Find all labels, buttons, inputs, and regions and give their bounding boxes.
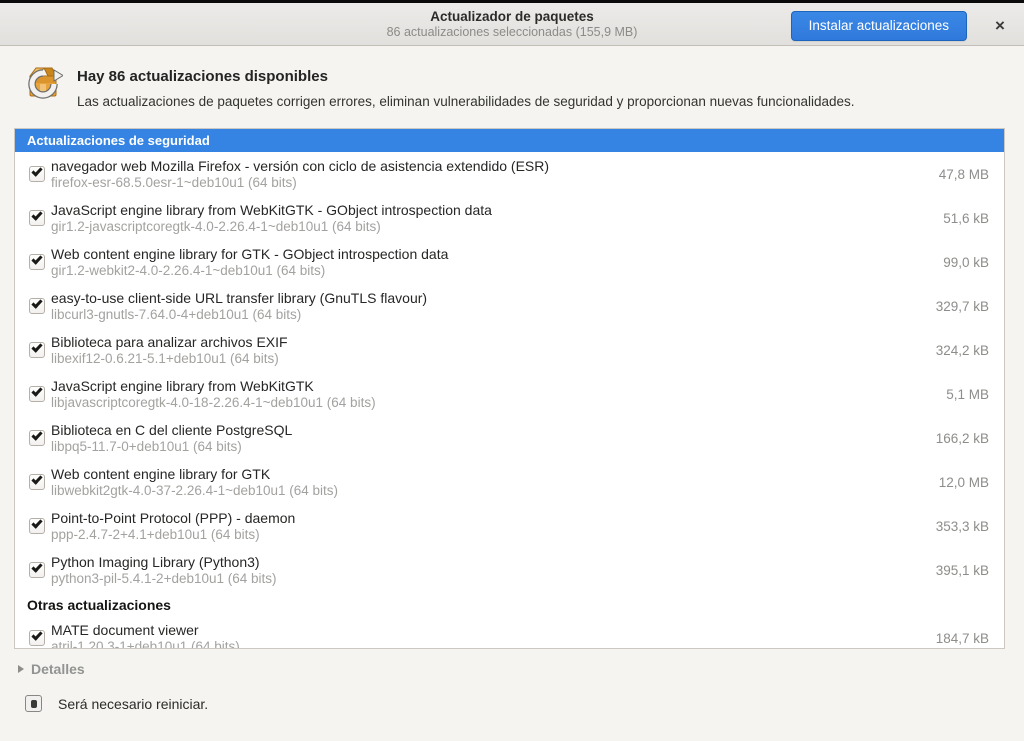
- update-size: 51,6 kB: [943, 211, 989, 226]
- close-icon[interactable]: ×: [987, 13, 1013, 39]
- update-size: 353,3 kB: [936, 519, 989, 534]
- checkmark-icon: [31, 341, 42, 352]
- checkmark-icon: [31, 297, 42, 308]
- checkmark-icon: [31, 165, 42, 176]
- update-row[interactable]: Biblioteca en C del cliente PostgreSQLli…: [15, 416, 1004, 460]
- update-package-version: libjavascriptcoregtk-4.0-18-2.26.4-1~deb…: [51, 395, 934, 410]
- updates-list: Actualizaciones de seguridad navegador w…: [14, 128, 1005, 649]
- update-title: MATE document viewer: [51, 622, 924, 638]
- update-text: easy-to-use client-side URL transfer lib…: [51, 290, 924, 322]
- update-package-version: ppp-2.4.7-2+4.1+deb10u1 (64 bits): [51, 527, 924, 542]
- checkmark-icon: [31, 561, 42, 572]
- update-row[interactable]: JavaScript engine library from WebKitGTK…: [15, 196, 1004, 240]
- update-package-version: gir1.2-javascriptcoregtk-4.0-2.26.4-1~de…: [51, 219, 931, 234]
- package-update-icon: [23, 64, 63, 104]
- update-size: 395,1 kB: [936, 563, 989, 578]
- update-checkbox[interactable]: [29, 210, 45, 226]
- update-text: Web content engine library for GTK - GOb…: [51, 246, 931, 278]
- install-updates-button[interactable]: Instalar actualizaciones: [791, 11, 967, 41]
- update-size: 329,7 kB: [936, 299, 989, 314]
- checkmark-icon: [31, 473, 42, 484]
- window-subtitle: 86 actualizaciones seleccionadas (155,9 …: [387, 25, 638, 39]
- window-title: Actualizador de paquetes: [430, 9, 594, 24]
- restart-notice-text: Será necesario reiniciar.: [58, 696, 208, 712]
- update-checkbox[interactable]: [29, 474, 45, 490]
- update-text: Biblioteca para analizar archivos EXIFli…: [51, 334, 924, 366]
- update-text: navegador web Mozilla Firefox - versión …: [51, 158, 927, 190]
- update-row[interactable]: navegador web Mozilla Firefox - versión …: [15, 152, 1004, 196]
- update-text: Point-to-Point Protocol (PPP) - daemonpp…: [51, 510, 924, 542]
- update-text: Python Imaging Library (Python3)python3-…: [51, 554, 924, 586]
- update-row[interactable]: Biblioteca para analizar archivos EXIFli…: [15, 328, 1004, 372]
- headerbar: Actualizador de paquetes 86 actualizacio…: [0, 3, 1024, 46]
- update-package-version: atril-1.20.3-1+deb10u1 (64 bits): [51, 639, 924, 649]
- checkmark-icon: [31, 209, 42, 220]
- update-package-version: libcurl3-gnutls-7.64.0-4+deb10u1 (64 bit…: [51, 307, 924, 322]
- update-row[interactable]: MATE document vieweratril-1.20.3-1+deb10…: [15, 616, 1004, 649]
- update-package-version: python3-pil-5.4.1-2+deb10u1 (64 bits): [51, 571, 924, 586]
- details-label: Detalles: [31, 661, 85, 677]
- updates-available-heading: Hay 86 actualizaciones disponibles: [77, 68, 328, 85]
- checkmark-icon: [31, 253, 42, 264]
- update-title: Point-to-Point Protocol (PPP) - daemon: [51, 510, 924, 526]
- update-checkbox[interactable]: [29, 630, 45, 646]
- other-updates-section-header: Otras actualizaciones: [15, 592, 1004, 616]
- update-package-version: gir1.2-webkit2-4.0-2.26.4-1~deb10u1 (64 …: [51, 263, 931, 278]
- other-updates-group: MATE document vieweratril-1.20.3-1+deb10…: [15, 616, 1004, 649]
- update-checkbox[interactable]: [29, 254, 45, 270]
- update-row[interactable]: Web content engine library for GTKlibweb…: [15, 460, 1004, 504]
- update-checkbox[interactable]: [29, 166, 45, 182]
- update-row[interactable]: Web content engine library for GTK - GOb…: [15, 240, 1004, 284]
- package-updater-window: Actualizador de paquetes 86 actualizacio…: [0, 0, 1024, 741]
- update-checkbox[interactable]: [29, 342, 45, 358]
- update-size: 99,0 kB: [943, 255, 989, 270]
- update-checkbox[interactable]: [29, 298, 45, 314]
- update-title: Biblioteca en C del cliente PostgreSQL: [51, 422, 924, 438]
- details-expander[interactable]: Detalles: [18, 661, 85, 677]
- update-size: 324,2 kB: [936, 343, 989, 358]
- restart-required-icon: [25, 695, 42, 712]
- update-checkbox[interactable]: [29, 518, 45, 534]
- update-title: navegador web Mozilla Firefox - versión …: [51, 158, 927, 174]
- update-title: Web content engine library for GTK: [51, 466, 927, 482]
- update-text: MATE document vieweratril-1.20.3-1+deb10…: [51, 622, 924, 649]
- checkmark-icon: [31, 629, 42, 640]
- updates-description: Las actualizaciones de paquetes corrigen…: [77, 94, 855, 109]
- update-checkbox[interactable]: [29, 430, 45, 446]
- expander-arrow-icon: [18, 665, 24, 673]
- update-title: Python Imaging Library (Python3): [51, 554, 924, 570]
- update-size: 184,7 kB: [936, 631, 989, 646]
- update-row[interactable]: easy-to-use client-side URL transfer lib…: [15, 284, 1004, 328]
- update-package-version: libexif12-0.6.21-5.1+deb10u1 (64 bits): [51, 351, 924, 366]
- update-package-version: libwebkit2gtk-4.0-37-2.26.4-1~deb10u1 (6…: [51, 483, 927, 498]
- checkmark-icon: [31, 429, 42, 440]
- restart-notice-row: Será necesario reiniciar.: [25, 695, 208, 712]
- checkmark-icon: [31, 385, 42, 396]
- update-text: Biblioteca en C del cliente PostgreSQLli…: [51, 422, 924, 454]
- security-updates-section-header: Actualizaciones de seguridad: [15, 129, 1004, 152]
- update-title: easy-to-use client-side URL transfer lib…: [51, 290, 924, 306]
- update-size: 166,2 kB: [936, 431, 989, 446]
- update-title: JavaScript engine library from WebKitGTK: [51, 378, 934, 394]
- update-checkbox[interactable]: [29, 562, 45, 578]
- update-package-version: firefox-esr-68.5.0esr-1~deb10u1 (64 bits…: [51, 175, 927, 190]
- update-text: Web content engine library for GTKlibweb…: [51, 466, 927, 498]
- update-row[interactable]: JavaScript engine library from WebKitGTK…: [15, 372, 1004, 416]
- update-row[interactable]: Python Imaging Library (Python3)python3-…: [15, 548, 1004, 592]
- update-size: 47,8 MB: [939, 167, 989, 182]
- security-updates-group: navegador web Mozilla Firefox - versión …: [15, 152, 1004, 592]
- update-text: JavaScript engine library from WebKitGTK…: [51, 378, 934, 410]
- update-title: Web content engine library for GTK - GOb…: [51, 246, 931, 262]
- update-row[interactable]: Point-to-Point Protocol (PPP) - daemonpp…: [15, 504, 1004, 548]
- update-checkbox[interactable]: [29, 386, 45, 402]
- update-text: JavaScript engine library from WebKitGTK…: [51, 202, 931, 234]
- update-package-version: libpq5-11.7-0+deb10u1 (64 bits): [51, 439, 924, 454]
- update-size: 12,0 MB: [939, 475, 989, 490]
- update-size: 5,1 MB: [946, 387, 989, 402]
- update-title: JavaScript engine library from WebKitGTK…: [51, 202, 931, 218]
- checkmark-icon: [31, 517, 42, 528]
- update-title: Biblioteca para analizar archivos EXIF: [51, 334, 924, 350]
